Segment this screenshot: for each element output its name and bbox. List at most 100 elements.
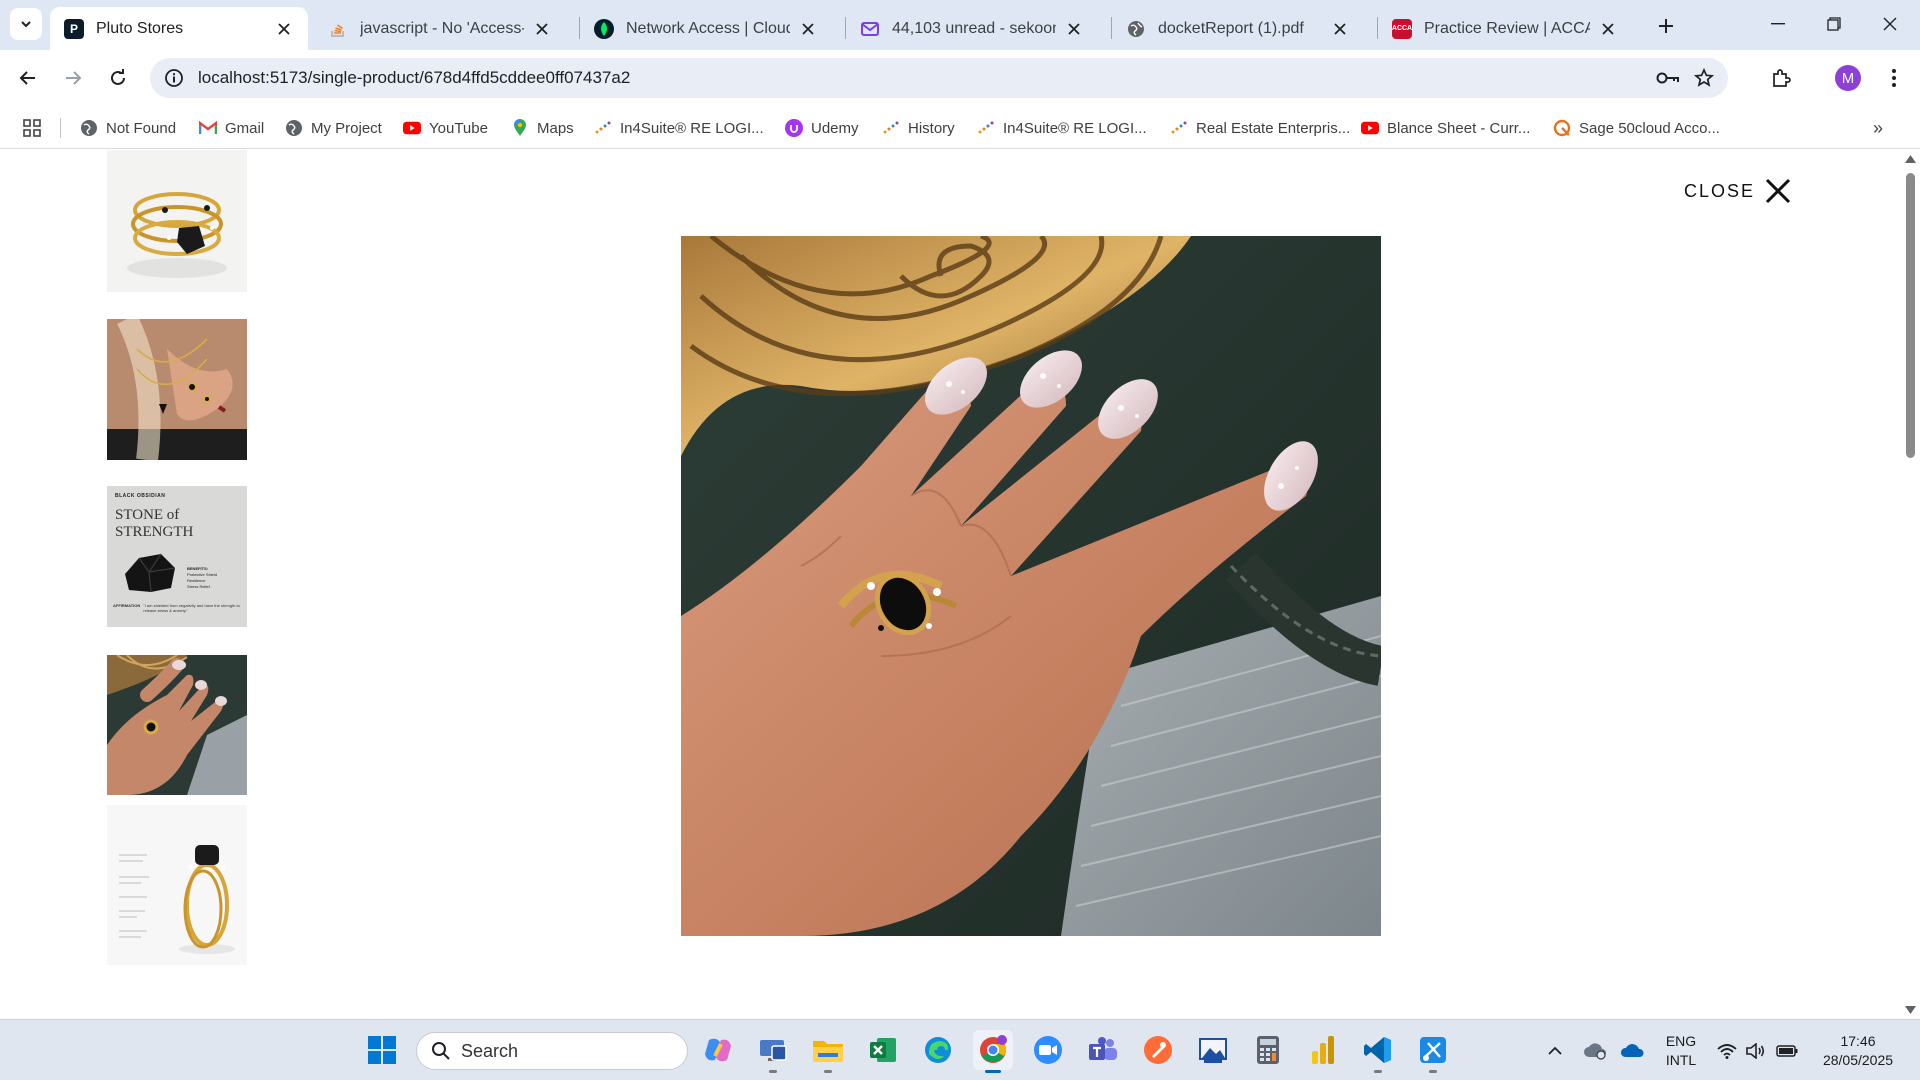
start-button[interactable] [362, 1030, 402, 1070]
clock-date: 28/05/2025 [1822, 1052, 1894, 1068]
bookmark-youtube[interactable]: YouTube [403, 114, 488, 142]
address-bar[interactable]: localhost:5173/single-product/678d4ffd5c… [150, 58, 1728, 98]
youtube-icon [1361, 119, 1379, 137]
clock[interactable]: 17:46 28/05/2025 [1818, 1032, 1898, 1070]
chrome-button[interactable] [973, 1030, 1013, 1073]
snipping-tool-button[interactable] [1413, 1030, 1453, 1073]
thumbnail-stone-of-strength[interactable]: BLACK OBSIDIAN STONE of STRENGTH BENEFIT… [107, 486, 247, 627]
maps-pin-icon [511, 119, 529, 137]
calculator-button[interactable] [1248, 1030, 1288, 1070]
tab-title: Network Access | Cloud: M [626, 19, 790, 37]
edge-button[interactable] [918, 1030, 958, 1070]
url-text[interactable]: localhost:5173/single-product/678d4ffd5c… [198, 68, 1650, 88]
globe-icon [80, 119, 98, 137]
tab-stackoverflow[interactable]: javascript - No 'Access-Cor [314, 7, 566, 50]
file-explorer-button[interactable] [808, 1030, 848, 1073]
bookmarks-overflow-icon[interactable]: » [1866, 116, 1890, 140]
teams-button[interactable] [1083, 1030, 1123, 1070]
thumbnail-ring-details[interactable] [107, 805, 247, 965]
bookmark-not-found[interactable]: Not Found [80, 114, 176, 142]
puzzle-icon [1773, 69, 1791, 87]
necklace-hand-image [107, 319, 247, 460]
scroll-up-icon[interactable] [1905, 154, 1916, 164]
minimize-button[interactable] [1750, 0, 1806, 48]
volume-button[interactable] [1742, 1032, 1770, 1070]
thumbnail-title-line-2: STRENGTH [115, 524, 194, 540]
close-icon[interactable] [274, 19, 294, 39]
site-info-icon[interactable] [154, 58, 194, 98]
onedrive-icon [1620, 1044, 1644, 1057]
tab-pluto-stores[interactable]: P Pluto Stores [50, 7, 308, 50]
battery-button[interactable] [1772, 1032, 1802, 1070]
close-icon[interactable] [1598, 19, 1618, 39]
bookmark-in4suite-2[interactable]: In4Suite® RE LOGI... [977, 114, 1147, 142]
language-indicator[interactable]: ENG INTL [1660, 1032, 1702, 1070]
bookmark-my-project[interactable]: My Project [285, 114, 382, 142]
network-drive-button[interactable] [1578, 1032, 1612, 1070]
back-button[interactable] [10, 60, 46, 96]
reload-button[interactable] [100, 60, 136, 96]
tab-search-button[interactable] [10, 8, 42, 40]
affirmation-label: AFFIRMATION [113, 603, 141, 608]
close-icon[interactable] [1330, 19, 1350, 39]
close-icon[interactable] [798, 19, 818, 39]
window-close-button[interactable] [1862, 0, 1918, 48]
wifi-button[interactable] [1712, 1032, 1742, 1070]
remote-desktop-icon [760, 1040, 787, 1061]
bookmark-label: My Project [311, 119, 382, 137]
forward-button[interactable] [55, 60, 91, 96]
power-bi-button[interactable] [1303, 1030, 1343, 1070]
browser-menu-button[interactable] [1876, 60, 1912, 96]
profile-button[interactable]: M [1830, 60, 1866, 96]
onedrive-button[interactable] [1615, 1032, 1649, 1070]
extensions-button[interactable] [1763, 60, 1799, 96]
bookmark-maps[interactable]: Maps [511, 114, 574, 142]
taskbar-search[interactable]: Search [416, 1032, 688, 1070]
plus-icon [1659, 19, 1673, 33]
tab-acca[interactable]: ACCA Practice Review | ACCA Stu [1378, 7, 1632, 50]
affirmation-block: AFFIRMATION "I am shielded from negativi… [113, 603, 243, 613]
bookmark-real-estate[interactable]: Real Estate Enterpris... [1170, 114, 1350, 142]
close-icon[interactable] [1064, 19, 1084, 39]
scrollbar-thumb[interactable] [1906, 173, 1915, 458]
thumbnail-ring-product[interactable] [107, 150, 247, 292]
new-tab-button[interactable] [1652, 12, 1680, 40]
close-icon[interactable] [532, 19, 552, 39]
teams-icon [1089, 1037, 1117, 1060]
scroll-down-icon[interactable] [1905, 1005, 1916, 1015]
bookmark-star-icon[interactable] [1686, 60, 1722, 96]
ring-on-hand-thumb-image [107, 655, 247, 795]
bookmark-label: In4Suite® RE LOGI... [1003, 119, 1147, 137]
close-gallery-button[interactable]: CLOSE [1684, 178, 1791, 204]
thumbnail-title: STONE of STRENGTH [115, 507, 193, 541]
bookmark-balance-sheet[interactable]: Blance Sheet - Curr... [1361, 114, 1530, 142]
tab-title: docketReport (1).pdf [1158, 19, 1304, 37]
bookmark-udemy[interactable]: Udemy [785, 114, 859, 142]
bookmark-label: History [908, 119, 955, 137]
restore-button[interactable] [1806, 0, 1862, 48]
tab-mail[interactable]: 44,103 unread - sekoonio [846, 7, 1098, 50]
bookmark-sage[interactable]: Sage 50cloud Acco... [1553, 114, 1720, 142]
apps-grid-icon[interactable] [20, 116, 44, 140]
bookmark-in4suite-1[interactable]: In4Suite® RE LOGI... [594, 114, 764, 142]
postman-button[interactable] [1138, 1030, 1178, 1070]
tab-title: Pluto Stores [96, 19, 184, 37]
password-key-icon[interactable] [1650, 60, 1686, 96]
vscode-button[interactable] [1358, 1030, 1398, 1073]
page-scrollbar[interactable] [1901, 150, 1920, 1019]
bookmark-gmail[interactable]: Gmail [199, 114, 264, 142]
zoom-icon [1034, 1036, 1062, 1064]
thumbnail-title-line-1: STONE of [115, 507, 180, 523]
postman-icon [1144, 1036, 1172, 1064]
thumbnail-necklace-hand[interactable] [107, 319, 247, 460]
copilot-button[interactable] [698, 1030, 738, 1070]
remote-desktop-button[interactable] [753, 1030, 793, 1073]
show-hidden-icons-button[interactable] [1540, 1032, 1570, 1070]
excel-button[interactable] [863, 1030, 903, 1070]
tab-mongodb[interactable]: Network Access | Cloud: M [580, 7, 832, 50]
bookmark-history[interactable]: History [882, 114, 955, 142]
tab-docket-pdf[interactable]: docketReport (1).pdf [1112, 7, 1364, 50]
thumbnail-ring-on-hand[interactable] [107, 655, 247, 795]
zoom-button[interactable] [1028, 1030, 1068, 1070]
photos-button[interactable] [1193, 1030, 1233, 1070]
